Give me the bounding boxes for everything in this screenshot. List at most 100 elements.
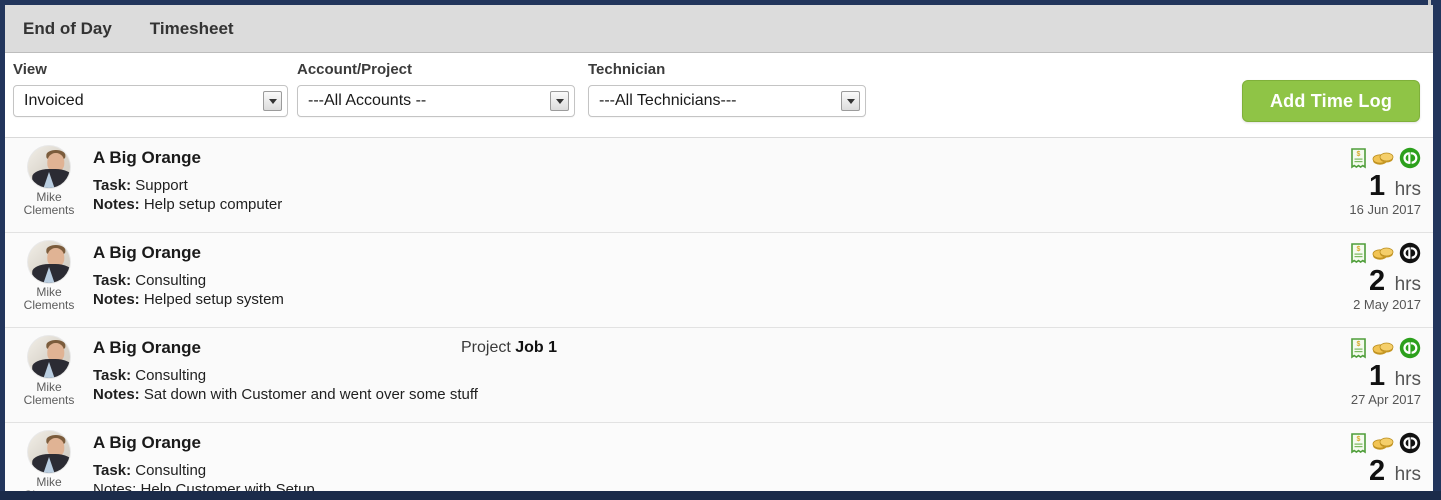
task-value: Support bbox=[135, 177, 188, 194]
window-content: End of Day Timesheet View Invoiced Accou… bbox=[5, 5, 1433, 491]
account-name[interactable]: A Big Orange bbox=[93, 338, 1325, 358]
window-chrome-bottom bbox=[0, 491, 1441, 500]
technician-last-name: Clements bbox=[23, 393, 75, 407]
task-value: Consulting bbox=[135, 272, 207, 289]
task-line: Task: Consulting bbox=[93, 271, 1325, 290]
avatar bbox=[28, 431, 70, 473]
row-status-icons: $ bbox=[1325, 241, 1421, 265]
task-label: Task: bbox=[93, 367, 132, 384]
entry-date: 27 Apr 2017 bbox=[1350, 392, 1421, 407]
svg-text:$: $ bbox=[1357, 246, 1361, 253]
table-row[interactable]: Mike Clements A Big Orange Task: Consult… bbox=[5, 423, 1433, 491]
account-name[interactable]: A Big Orange bbox=[93, 148, 1325, 168]
coins-icon[interactable] bbox=[1372, 150, 1394, 166]
svg-text:$: $ bbox=[1357, 436, 1361, 443]
hours-unit: hrs bbox=[1394, 179, 1421, 200]
avatar-name: Mike Clements bbox=[24, 191, 75, 217]
entry-date: 2 May 2017 bbox=[1353, 297, 1421, 312]
filter-group-technician: Technician ---All Technicians--- bbox=[588, 61, 866, 117]
avatar bbox=[28, 241, 70, 283]
time-log-list: Mike Clements A Big Orange Task: Support… bbox=[5, 138, 1433, 491]
tab-bar: End of Day Timesheet bbox=[5, 5, 1433, 53]
invoice-icon[interactable]: $ bbox=[1350, 242, 1367, 264]
row-status-icons: $ bbox=[1325, 431, 1421, 455]
task-line: Task: Support bbox=[93, 176, 1325, 195]
coins-icon[interactable] bbox=[1372, 435, 1394, 451]
coins-icon[interactable] bbox=[1372, 245, 1394, 261]
row-summary: $ bbox=[1325, 328, 1433, 422]
hours-line: 1 hrs bbox=[1325, 361, 1421, 391]
row-technician: Mike Clements bbox=[5, 328, 93, 422]
row-details: A Big Orange Task: Support Notes: Help s… bbox=[93, 138, 1325, 232]
hours-line: 1 hrs bbox=[1325, 171, 1421, 201]
row-summary: $ bbox=[1325, 423, 1433, 491]
tab-timesheet[interactable]: Timesheet bbox=[142, 15, 242, 43]
hours-value: 1 bbox=[1369, 360, 1386, 392]
chevron-down-icon[interactable] bbox=[550, 91, 569, 111]
label-technician: Technician bbox=[588, 61, 666, 78]
hours-line: 2 hrs bbox=[1325, 456, 1421, 486]
hours-unit: hrs bbox=[1394, 464, 1421, 485]
technician-last-name: Clements bbox=[23, 203, 75, 217]
account-name[interactable]: A Big Orange bbox=[93, 243, 1325, 263]
account-name[interactable]: A Big Orange bbox=[93, 433, 1325, 453]
project-label: Project Job 1 bbox=[461, 339, 557, 357]
project-name[interactable]: Job 1 bbox=[515, 339, 557, 356]
quickbooks-icon[interactable] bbox=[1399, 242, 1421, 264]
row-technician: Mike Clements bbox=[5, 423, 93, 491]
filter-group-view: View Invoiced bbox=[13, 61, 288, 117]
notes-line: Notes: Sat down with Customer and went o… bbox=[93, 385, 1325, 404]
quickbooks-icon[interactable] bbox=[1399, 337, 1421, 359]
app-window: End of Day Timesheet View Invoiced Accou… bbox=[0, 0, 1441, 500]
hours-value: 2 bbox=[1369, 455, 1386, 487]
quickbooks-icon[interactable] bbox=[1399, 147, 1421, 169]
row-details: A Big Orange Project Job 1 Task: Consult… bbox=[93, 328, 1325, 422]
chevron-down-icon[interactable] bbox=[263, 91, 282, 111]
invoice-icon[interactable]: $ bbox=[1350, 432, 1367, 454]
notes-value: Helped setup system bbox=[143, 291, 284, 308]
row-details: A Big Orange Task: Consulting Notes: Hel… bbox=[93, 233, 1325, 327]
add-time-log-button[interactable]: Add Time Log bbox=[1242, 80, 1420, 122]
avatar-name: Mike Clements bbox=[24, 381, 75, 407]
filter-bar: View Invoiced Account/Project ---All Acc… bbox=[5, 53, 1433, 138]
row-summary: $ bbox=[1325, 233, 1433, 327]
notes-line: Notes: Help setup computer bbox=[93, 195, 1325, 214]
select-account-project[interactable]: ---All Accounts -- bbox=[297, 85, 575, 117]
select-view-value: Invoiced bbox=[24, 92, 84, 109]
task-value: Consulting bbox=[135, 462, 207, 479]
select-technician[interactable]: ---All Technicians--- bbox=[588, 85, 866, 117]
table-row[interactable]: Mike Clements A Big Orange Task: Consult… bbox=[5, 233, 1433, 328]
select-technician-value: ---All Technicians--- bbox=[599, 92, 737, 109]
task-label: Task: bbox=[93, 272, 132, 289]
coins-icon[interactable] bbox=[1372, 340, 1394, 356]
svg-text:$: $ bbox=[1357, 341, 1361, 348]
quickbooks-icon[interactable] bbox=[1399, 432, 1421, 454]
task-label: Task: bbox=[93, 462, 132, 479]
technician-last-name: Clements bbox=[23, 298, 75, 312]
table-row[interactable]: Mike Clements A Big Orange Project Job 1… bbox=[5, 328, 1433, 423]
row-status-icons: $ bbox=[1325, 336, 1421, 360]
hours-unit: hrs bbox=[1394, 274, 1421, 295]
task-value: Consulting bbox=[135, 367, 207, 384]
notes-line: Notes: Helped setup system bbox=[93, 290, 1325, 309]
chevron-down-icon[interactable] bbox=[841, 91, 860, 111]
select-view[interactable]: Invoiced bbox=[13, 85, 288, 117]
tab-end-of-day[interactable]: End of Day bbox=[15, 15, 120, 43]
select-account-project-value: ---All Accounts -- bbox=[308, 92, 427, 109]
label-account-project: Account/Project bbox=[297, 61, 413, 78]
table-row[interactable]: Mike Clements A Big Orange Task: Support… bbox=[5, 138, 1433, 233]
avatar-name: Mike Clements bbox=[24, 286, 75, 312]
notes-value: Sat down with Customer and went over som… bbox=[143, 386, 478, 403]
hours-unit: hrs bbox=[1394, 369, 1421, 390]
hours-line: 2 hrs bbox=[1325, 266, 1421, 296]
svg-text:$: $ bbox=[1357, 151, 1361, 158]
project-prefix: Project bbox=[461, 339, 511, 356]
invoice-icon[interactable]: $ bbox=[1350, 337, 1367, 359]
invoice-icon[interactable]: $ bbox=[1350, 147, 1367, 169]
hours-value: 1 bbox=[1369, 170, 1386, 202]
notes-label: Notes: bbox=[93, 196, 140, 213]
filter-group-account-project: Account/Project ---All Accounts -- bbox=[297, 61, 575, 117]
row-summary: $ bbox=[1325, 138, 1433, 232]
task-line: Task: Consulting bbox=[93, 461, 1325, 480]
row-technician: Mike Clements bbox=[5, 233, 93, 327]
